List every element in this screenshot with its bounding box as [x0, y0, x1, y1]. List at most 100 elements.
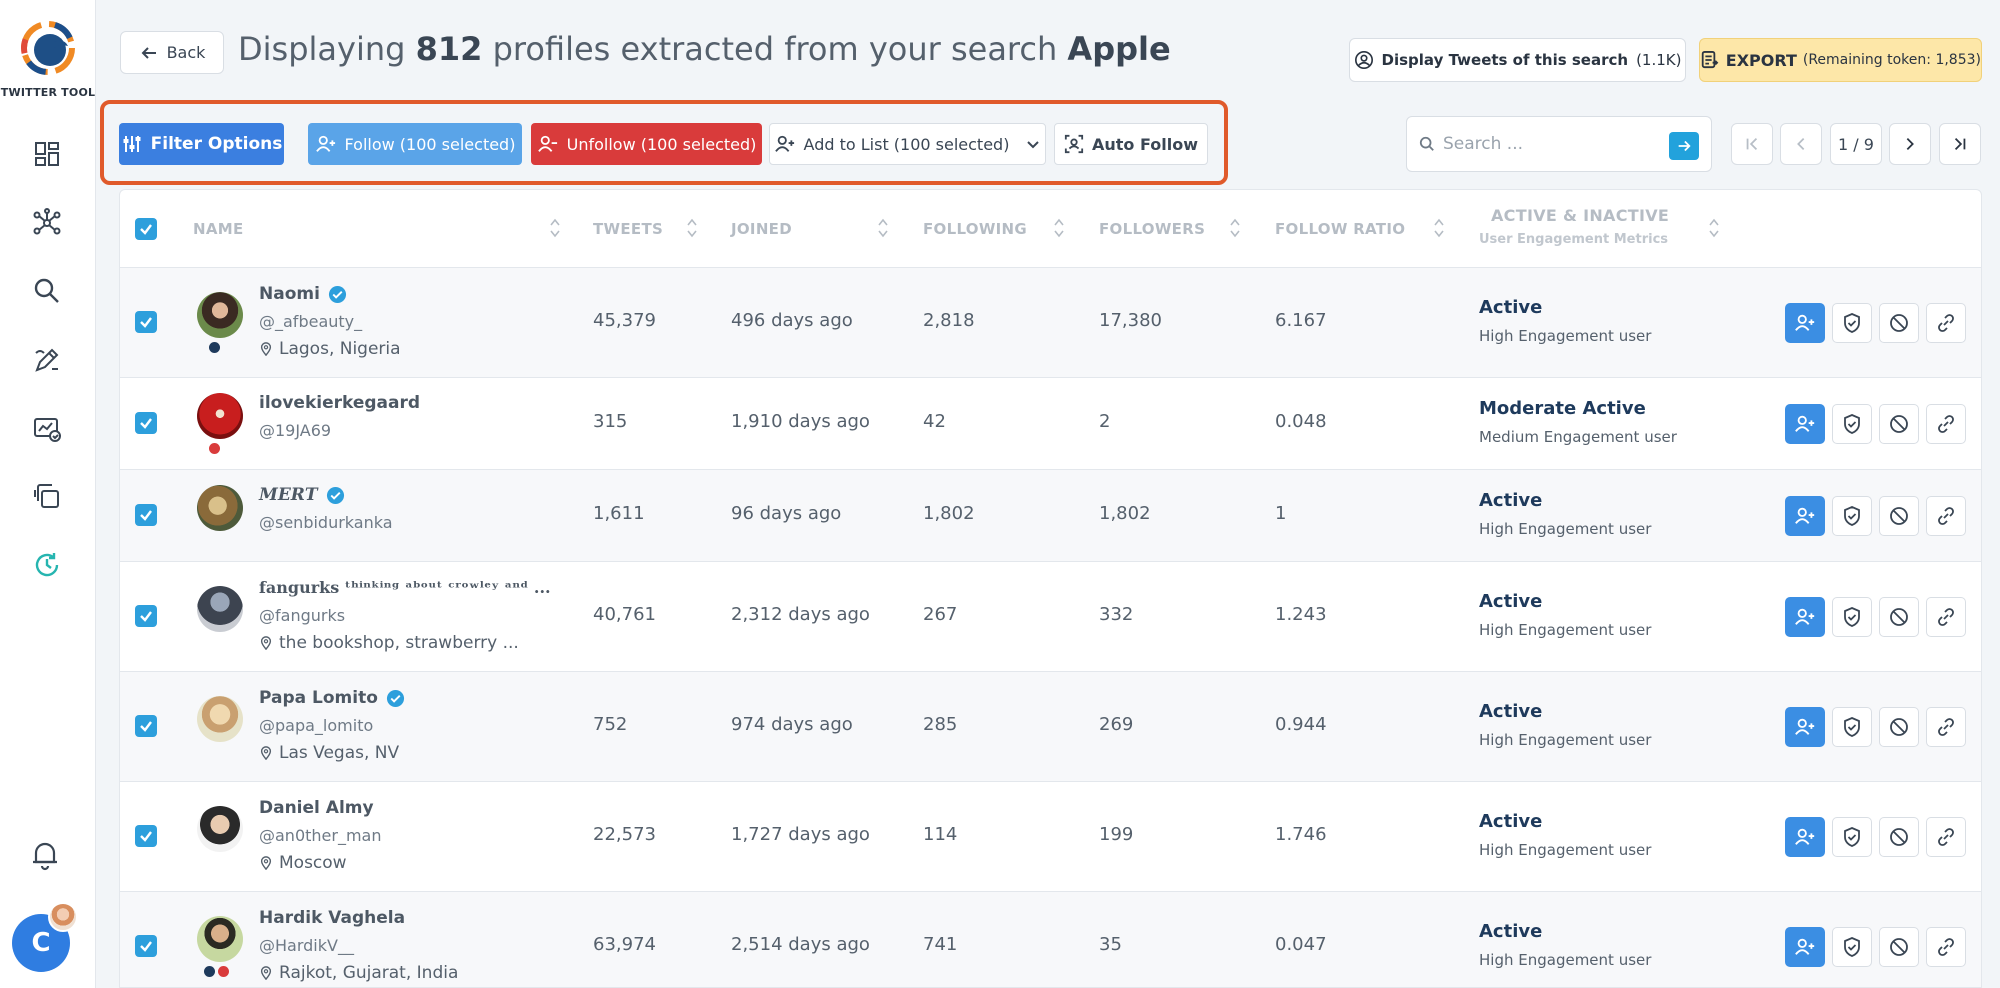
block-button[interactable]: [1879, 496, 1919, 536]
sort-icon[interactable]: [549, 216, 561, 240]
row-checkbox[interactable]: [135, 412, 157, 434]
profile-link-button[interactable]: [1926, 496, 1966, 536]
next-page-button[interactable]: [1889, 123, 1931, 165]
profile-name[interactable]: ilovekierkegaard: [259, 393, 420, 413]
last-page-button[interactable]: [1939, 123, 1981, 165]
column-activity[interactable]: ACTIVE & INACTIVE: [1491, 206, 1669, 225]
follow-user-button[interactable]: [1785, 303, 1825, 343]
row-checkbox[interactable]: [135, 825, 157, 847]
network-icon[interactable]: [30, 206, 64, 240]
row-checkbox[interactable]: [135, 504, 157, 526]
profile-link-button[interactable]: [1926, 303, 1966, 343]
profile-link-button[interactable]: [1926, 927, 1966, 967]
block-button[interactable]: [1879, 597, 1919, 637]
sort-icon[interactable]: [1433, 216, 1445, 240]
table-row[interactable]: Papa Lomito @papa_lomito Las Vegas, NV 7…: [120, 672, 1981, 782]
display-tweets-button[interactable]: Display Tweets of this search (1.1K): [1349, 38, 1686, 82]
whitelist-button[interactable]: [1832, 303, 1872, 343]
table-row[interactable]: ilovekierkegaard @19JA69 315 1,910 days …: [120, 378, 1981, 470]
follow-selected-button[interactable]: Follow (100 selected): [308, 123, 522, 165]
filter-options-button[interactable]: Filter Options: [119, 123, 284, 165]
block-button[interactable]: [1879, 404, 1919, 444]
back-button[interactable]: Back: [120, 31, 224, 74]
sort-icon[interactable]: [877, 216, 889, 240]
add-to-list-dropdown[interactable]: Add to List (100 selected): [769, 123, 1046, 165]
profile-name[interactable]: Hardik Vaghela: [259, 908, 405, 928]
select-all-checkbox[interactable]: [135, 218, 157, 240]
profile-handle[interactable]: @19JA69: [259, 421, 331, 440]
edit-icon[interactable]: [30, 343, 64, 377]
block-button[interactable]: [1879, 817, 1919, 857]
dashboard-icon[interactable]: [30, 137, 64, 171]
block-button[interactable]: [1879, 303, 1919, 343]
table-row[interactable]: Hardik Vaghela @HardikV__ Rajkot, Gujara…: [120, 892, 1981, 987]
profile-handle[interactable]: @an0ther_man: [259, 826, 382, 845]
profile-handle[interactable]: @senbidurkanka: [259, 513, 393, 532]
profile-handle[interactable]: @_afbeauty_: [259, 312, 362, 331]
column-tweets[interactable]: TWEETS: [593, 220, 663, 238]
avatar[interactable]: [197, 393, 243, 439]
column-joined[interactable]: JOINED: [731, 220, 792, 238]
column-follow-ratio[interactable]: FOLLOW RATIO: [1275, 220, 1405, 238]
whitelist-button[interactable]: [1832, 404, 1872, 444]
avatar[interactable]: [197, 696, 243, 742]
profile-link-button[interactable]: [1926, 597, 1966, 637]
table-row[interactable]: Naomi @_afbeauty_ Lagos, Nigeria 45,379 …: [120, 268, 1981, 378]
follow-user-button[interactable]: [1785, 496, 1825, 536]
profile-handle[interactable]: @fangurks: [259, 606, 345, 625]
sort-icon[interactable]: [686, 216, 698, 240]
row-checkbox[interactable]: [135, 311, 157, 333]
profile-handle[interactable]: @papa_lomito: [259, 716, 373, 735]
avatar[interactable]: [197, 292, 243, 338]
column-name[interactable]: NAME: [193, 220, 244, 238]
previous-page-button[interactable]: [1780, 123, 1822, 165]
sort-icon[interactable]: [1053, 216, 1065, 240]
search-submit-button[interactable]: [1669, 132, 1699, 160]
analytics-icon[interactable]: [30, 412, 64, 446]
copy-icon[interactable]: [30, 479, 64, 513]
block-button[interactable]: [1879, 707, 1919, 747]
whitelist-button[interactable]: [1832, 927, 1872, 967]
row-checkbox[interactable]: [135, 935, 157, 957]
row-checkbox[interactable]: [135, 605, 157, 627]
whitelist-button[interactable]: [1832, 707, 1872, 747]
avatar[interactable]: [197, 916, 243, 962]
profile-name[interactable]: Daniel Almy: [259, 798, 374, 818]
profile-link-button[interactable]: [1926, 817, 1966, 857]
search-input[interactable]: [1443, 134, 1663, 154]
profile-name[interactable]: fangurks ᵗʰⁱⁿᵏⁱⁿᵍ ᵃᵇᵒᵘᵗ ᶜʳᵒʷˡᵉʸ ᵃⁿᵈ ...: [259, 578, 551, 597]
profile-handle[interactable]: @HardikV__: [259, 936, 354, 955]
search-icon[interactable]: [30, 274, 64, 308]
table-row[interactable]: fangurks ᵗʰⁱⁿᵏⁱⁿᵍ ᵃᵇᵒᵘᵗ ᶜʳᵒʷˡᵉʸ ᵃⁿᵈ ... …: [120, 562, 1981, 672]
follow-user-button[interactable]: [1785, 707, 1825, 747]
whitelist-button[interactable]: [1832, 496, 1872, 536]
sync-icon[interactable]: [30, 548, 64, 582]
app-logo[interactable]: [20, 20, 76, 76]
whitelist-button[interactable]: [1832, 597, 1872, 637]
avatar[interactable]: [197, 806, 243, 852]
table-row[interactable]: Daniel Almy @an0ther_man Moscow 22,573 1…: [120, 782, 1981, 892]
profile-link-button[interactable]: [1926, 404, 1966, 444]
profile-name[interactable]: 𝑴𝑬𝑹𝑻: [259, 485, 345, 505]
profile-name[interactable]: Papa Lomito: [259, 688, 405, 708]
column-following[interactable]: FOLLOWING: [923, 220, 1027, 238]
sort-icon[interactable]: [1708, 216, 1720, 240]
table-row[interactable]: 𝑴𝑬𝑹𝑻 @senbidurkanka 1,611 96 days ago 1,…: [120, 470, 1981, 562]
column-followers[interactable]: FOLLOWERS: [1099, 220, 1205, 238]
unfollow-selected-button[interactable]: Unfollow (100 selected): [531, 123, 762, 165]
block-button[interactable]: [1879, 927, 1919, 967]
avatar[interactable]: [197, 485, 243, 531]
follow-user-button[interactable]: [1785, 927, 1825, 967]
profile-link-button[interactable]: [1926, 707, 1966, 747]
sort-icon[interactable]: [1229, 216, 1241, 240]
profile-name[interactable]: Naomi: [259, 284, 347, 304]
follow-user-button[interactable]: [1785, 597, 1825, 637]
avatar[interactable]: [197, 586, 243, 632]
row-checkbox[interactable]: [135, 715, 157, 737]
whitelist-button[interactable]: [1832, 817, 1872, 857]
first-page-button[interactable]: [1731, 123, 1773, 165]
export-button[interactable]: EXPORT (Remaining token: 1,853): [1699, 38, 1982, 82]
follow-user-button[interactable]: [1785, 817, 1825, 857]
auto-follow-button[interactable]: Auto Follow: [1054, 123, 1208, 165]
follow-user-button[interactable]: [1785, 404, 1825, 444]
